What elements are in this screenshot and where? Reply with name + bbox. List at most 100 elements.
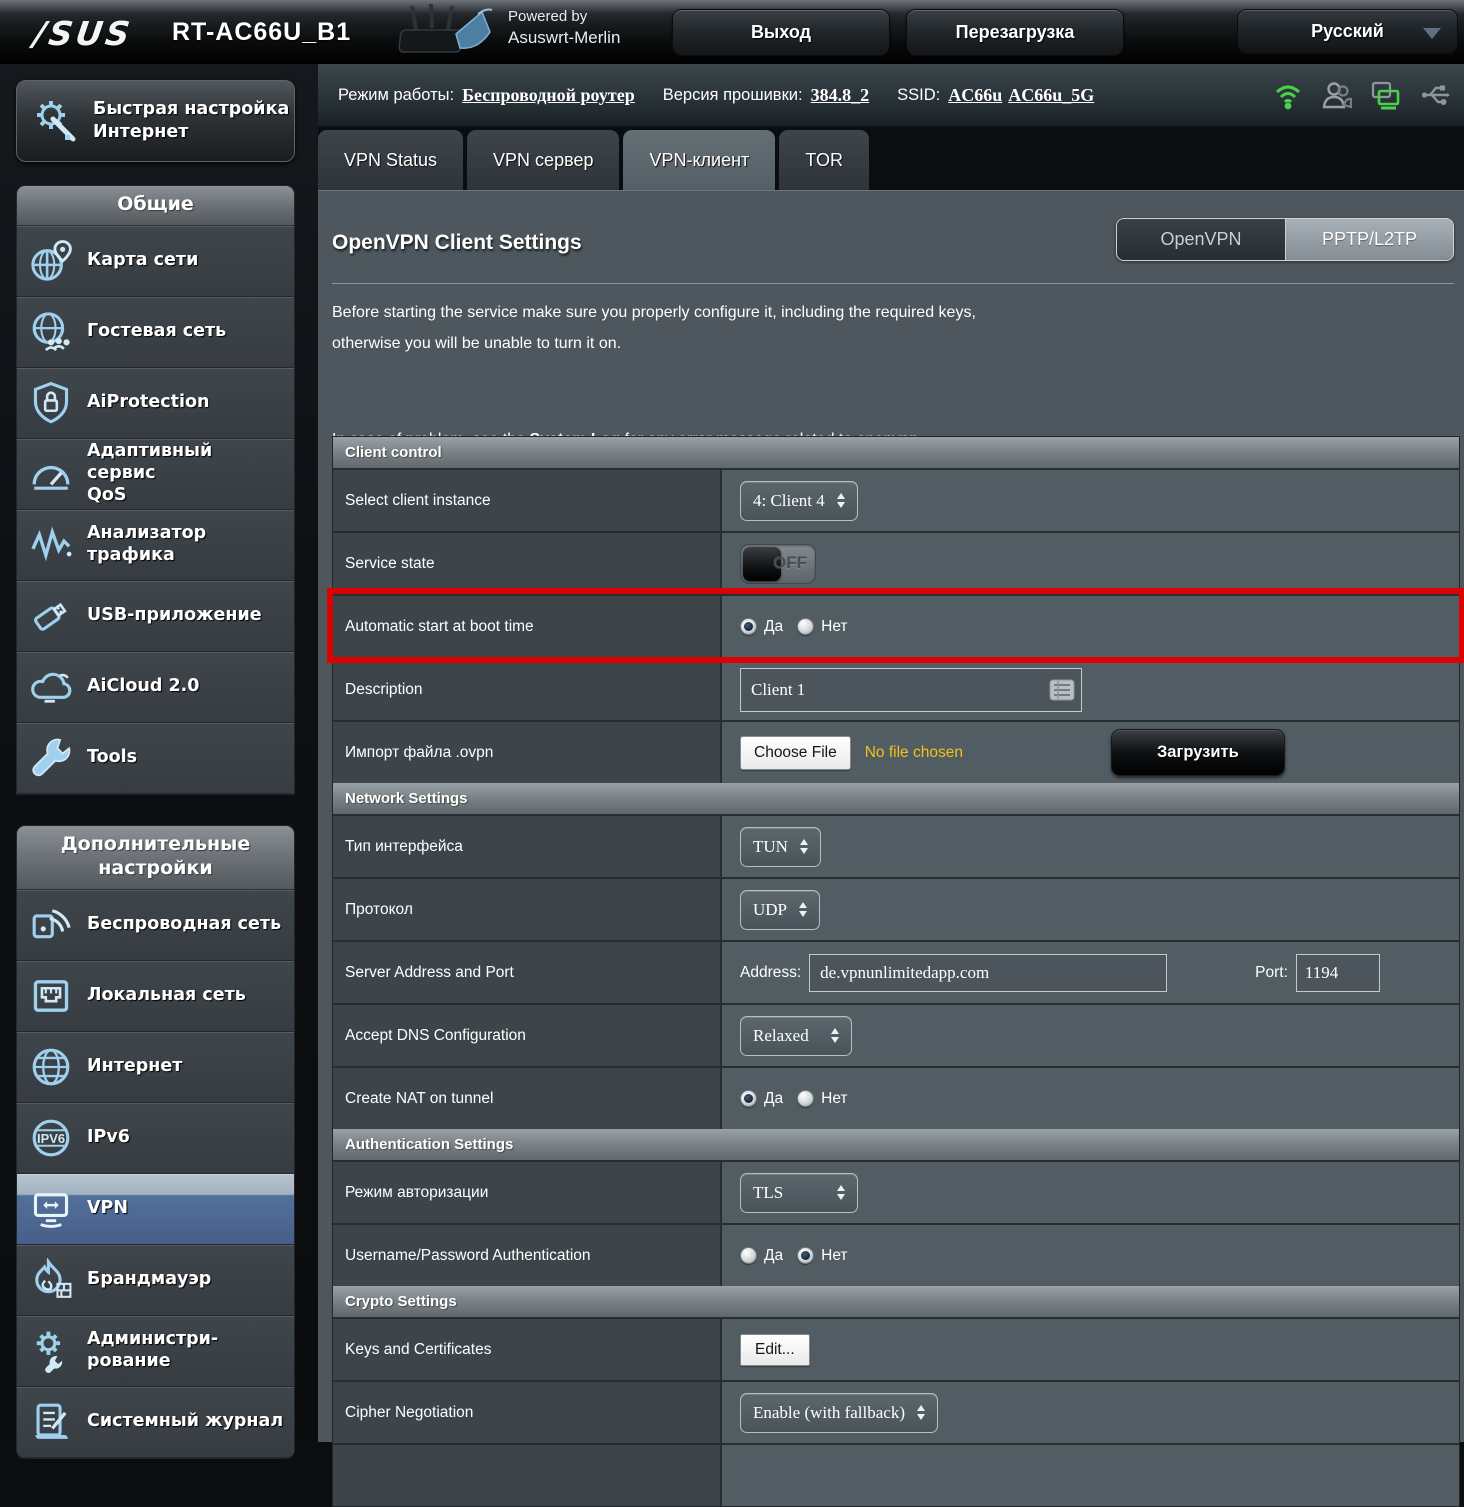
sidebar-item-label: Интернет <box>87 1056 182 1078</box>
wifi-icon[interactable] <box>1273 79 1303 111</box>
devices-icon[interactable] <box>1371 79 1401 111</box>
row-label: Режим авторизации <box>333 1162 722 1223</box>
aicloud-icon <box>29 665 73 709</box>
auth-mode-select[interactable]: TLS <box>740 1173 858 1213</box>
sidebar-section-advanced: Дополнительные настройки Беспроводная се… <box>16 825 295 1459</box>
ssid-5g-link[interactable]: AC66u_5G <box>1008 85 1094 106</box>
title-divider <box>332 283 1454 284</box>
row-keys-certificates: Keys and Certificates Edit... <box>333 1317 1459 1380</box>
choose-file-button[interactable]: Choose File <box>740 736 851 770</box>
tools-icon <box>29 736 73 780</box>
sidebar-item-usb-application[interactable]: USB-приложение <box>17 581 294 652</box>
usb-icon[interactable] <box>1420 79 1450 111</box>
radio-icon[interactable] <box>797 1247 814 1264</box>
spinner-arrows-icon <box>831 1028 839 1043</box>
spinner-arrows-icon <box>799 902 807 917</box>
sidebar-item-administration[interactable]: Администри- рование <box>17 1316 294 1387</box>
server-address-input[interactable] <box>809 954 1167 992</box>
radio-icon[interactable] <box>740 618 757 635</box>
edit-keys-button[interactable]: Edit... <box>740 1334 810 1366</box>
sidebar-item-aicloud[interactable]: AiCloud 2.0 <box>17 652 294 723</box>
sidebar-item-label: Карта сети <box>87 250 198 272</box>
sidebar-item-label: USB-приложение <box>87 605 262 627</box>
description-input[interactable] <box>740 668 1082 712</box>
autostart-no-option[interactable]: Нет <box>797 618 847 636</box>
section-client-control: Client control <box>333 437 1459 468</box>
vpn-icon <box>29 1187 73 1231</box>
row-description: Description <box>333 657 1459 720</box>
reboot-button[interactable]: Перезагрузка <box>906 9 1124 56</box>
quick-setup-label: Быстрая настройка Интернет <box>93 98 289 144</box>
firmware-link[interactable]: 384.8_2 <box>811 85 870 106</box>
userpass-no-option[interactable]: Нет <box>797 1247 847 1265</box>
status-bar: Режим работы: Беспроводной роутер Версия… <box>318 64 1464 128</box>
sidebar-item-label: IPv6 <box>87 1127 130 1149</box>
ssid-label: SSID: <box>897 86 940 105</box>
description-list-icon[interactable] <box>1049 679 1075 701</box>
row-cipher-negotiation: Cipher Negotiation Enable (with fallback… <box>333 1380 1459 1443</box>
radio-icon[interactable] <box>797 1090 814 1107</box>
sidebar-item-internet[interactable]: Интернет <box>17 1032 294 1103</box>
quick-setup-icon <box>29 95 81 147</box>
row-label: Протокол <box>333 879 722 940</box>
sidebar-item-traffic-analyzer[interactable]: Анализатор трафика <box>17 510 294 581</box>
sidebar-item-guest-network[interactable]: Гостевая сеть <box>17 297 294 368</box>
upload-button[interactable]: Загрузить <box>1111 729 1285 776</box>
operation-mode-link[interactable]: Беспроводной роутер <box>462 85 635 106</box>
sidebar-item-firewall[interactable]: Брандмауэр <box>17 1245 294 1316</box>
row-label: Accept DNS Configuration <box>333 1005 722 1066</box>
sidebar-item-ipv6[interactable]: IPV6 IPv6 <box>17 1103 294 1174</box>
openvpn-switch-button[interactable]: OpenVPN <box>1117 219 1285 260</box>
client-instance-select[interactable]: 4: Client 4 <box>740 481 858 521</box>
sidebar-item-lan[interactable]: Локальная сеть <box>17 961 294 1032</box>
language-select[interactable]: Русский <box>1237 9 1458 54</box>
intro-text: Before starting the service make sure yo… <box>332 297 976 359</box>
sidebar-item-system-log[interactable]: Системный журнал <box>17 1387 294 1458</box>
quick-setup-button[interactable]: Быстрая настройка Интернет <box>16 80 295 162</box>
row-service-state: Service state OFF <box>333 531 1459 594</box>
sidebar-item-wireless[interactable]: Беспроводная сеть <box>17 890 294 961</box>
pptp-l2tp-switch-button[interactable]: PPTP/L2TP <box>1285 219 1453 260</box>
row-label: Service state <box>333 533 722 594</box>
radio-icon[interactable] <box>740 1247 757 1264</box>
router-image <box>398 2 498 62</box>
port-input[interactable] <box>1296 954 1380 992</box>
nat-radio-group: Да Нет <box>740 1090 848 1108</box>
row-protocol: Протокол UDP <box>333 877 1459 940</box>
logout-button[interactable]: Выход <box>672 9 890 56</box>
tab-vpn-status[interactable]: VPN Status <box>318 130 463 190</box>
sidebar-item-vpn[interactable]: VPN <box>17 1174 294 1245</box>
tab-vpn-client[interactable]: VPN-клиент <box>623 130 775 190</box>
sidebar-item-label: Гостевая сеть <box>87 321 226 343</box>
nat-no-option[interactable]: Нет <box>797 1090 847 1108</box>
tab-tor[interactable]: TOR <box>779 130 869 190</box>
cipher-negotiation-select[interactable]: Enable (with fallback) <box>740 1393 938 1433</box>
protocol-select[interactable]: UDP <box>740 890 820 930</box>
internet-icon <box>29 1045 73 1089</box>
toggle-state-label: OFF <box>773 553 807 573</box>
content-panel: OpenVPN Client Settings OpenVPN PPTP/L2T… <box>318 190 1464 1442</box>
sidebar-item-tools[interactable]: Tools <box>17 723 294 794</box>
radio-icon[interactable] <box>740 1090 757 1107</box>
aiprotection-icon <box>29 381 73 425</box>
userpass-yes-option[interactable]: Да <box>740 1247 783 1265</box>
service-state-toggle[interactable]: OFF <box>740 544 816 584</box>
spinner-arrows-icon <box>837 493 845 508</box>
spinner-arrows-icon <box>917 1405 925 1420</box>
nat-yes-option[interactable]: Да <box>740 1090 783 1108</box>
radio-icon[interactable] <box>797 618 814 635</box>
row-label: Automatic start at boot time <box>333 596 722 657</box>
clients-icon[interactable] <box>1322 79 1352 111</box>
sidebar-item-label: AiProtection <box>87 392 209 414</box>
router-model-name: RT-AC66U_B1 <box>172 18 351 47</box>
row-label: Cipher Negotiation <box>333 1382 722 1443</box>
administration-icon <box>29 1329 73 1373</box>
dns-configuration-select[interactable]: Relaxed <box>740 1016 852 1056</box>
sidebar-item-network-map[interactable]: Карта сети <box>17 226 294 297</box>
tab-vpn-server[interactable]: VPN сервер <box>467 130 619 190</box>
sidebar-item-aiprotection[interactable]: AiProtection <box>17 368 294 439</box>
ssid-24g-link[interactable]: AC66u <box>948 85 1002 106</box>
interface-type-select[interactable]: TUN <box>740 827 821 867</box>
sidebar-item-qos[interactable]: Адаптивный сервис QoS <box>17 439 294 510</box>
autostart-yes-option[interactable]: Да <box>740 618 783 636</box>
